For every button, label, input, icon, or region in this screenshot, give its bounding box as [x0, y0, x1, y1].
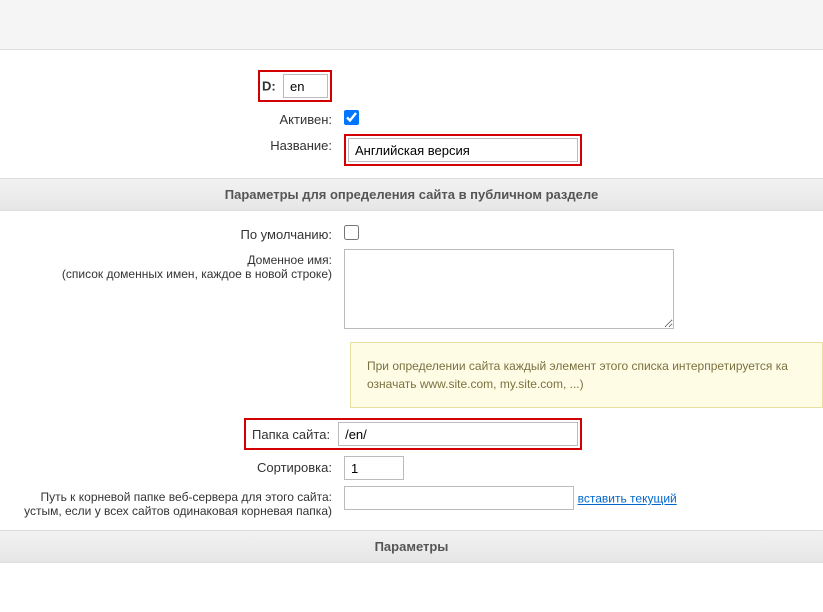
active-checkbox[interactable]: [344, 110, 359, 125]
domain-label: Доменное имя: (список доменных имен, каж…: [0, 249, 340, 281]
sort-input[interactable]: [344, 456, 404, 480]
folder-input[interactable]: [338, 422, 578, 446]
domain-textarea[interactable]: [344, 249, 674, 329]
id-input[interactable]: [283, 74, 328, 98]
section-public: Параметры для определения сайта в публич…: [0, 178, 823, 211]
id-label: D:: [0, 66, 340, 102]
docroot-label: Путь к корневой папке веб-сервера для эт…: [0, 486, 340, 518]
sort-label: Сортировка:: [0, 456, 340, 475]
active-label: Активен:: [0, 108, 340, 127]
default-label: По умолчанию:: [0, 223, 340, 242]
insert-current-link[interactable]: вставить текущий: [578, 492, 677, 506]
id-label-text: D:: [262, 79, 276, 94]
section-params: Параметры: [0, 530, 823, 563]
name-label: Название:: [0, 134, 340, 153]
folder-label: Папка сайта:: [248, 427, 338, 442]
name-input[interactable]: [348, 138, 578, 162]
docroot-input[interactable]: [344, 486, 574, 510]
default-checkbox[interactable]: [344, 225, 359, 240]
hint-box: При определении сайта каждый элемент это…: [350, 342, 823, 408]
top-bar: [0, 0, 823, 50]
